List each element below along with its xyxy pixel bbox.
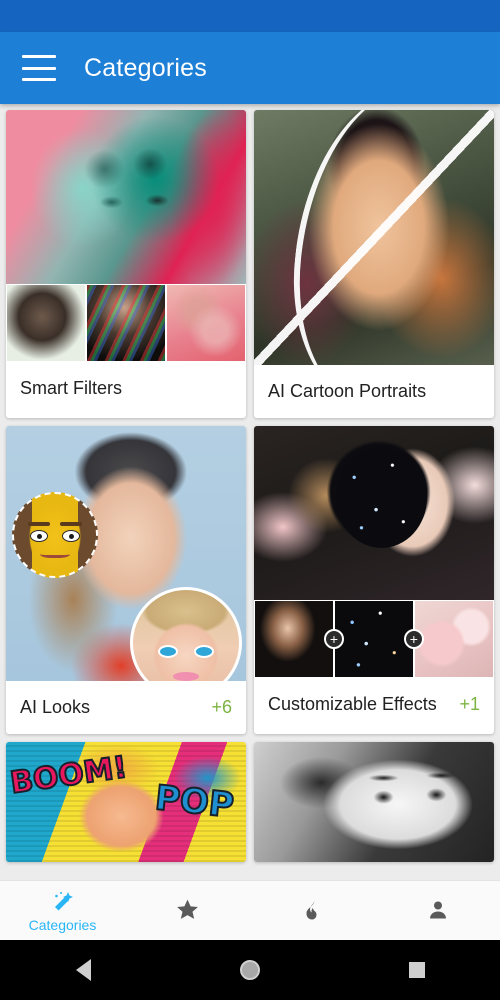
category-card-smart-filters[interactable]: Smart Filters: [6, 110, 246, 418]
nav-item-favorites[interactable]: [125, 897, 250, 925]
category-card-customizable-effects[interactable]: + + Customizable Effects +1: [254, 426, 494, 734]
pop-art-word-boom: BOOM!: [7, 749, 130, 802]
bottom-navigation-bar: Categories: [0, 880, 500, 940]
card-label: Smart Filters: [6, 362, 246, 415]
thumbnail-row: + +: [254, 600, 494, 678]
category-card-ai-cartoon-portraits[interactable]: AI Cartoon Portraits: [254, 110, 494, 418]
card-title: Smart Filters: [20, 378, 123, 399]
card-label: Customizable Effects +1: [254, 678, 494, 731]
nav-item-profile[interactable]: [375, 897, 500, 925]
thumbnail-image: [6, 284, 86, 362]
hamburger-menu-icon[interactable]: [22, 55, 56, 81]
hero-image-pop-art: BOOM! POP: [6, 742, 246, 862]
cartoon-face-overlay: [12, 492, 98, 578]
hero-image-cartoon-portrait: [254, 110, 494, 365]
app-bar: Categories: [0, 32, 500, 104]
card-media: [254, 742, 494, 862]
card-media: [254, 110, 494, 365]
flame-icon: [300, 897, 326, 923]
hero-image-effects-portrait: [254, 426, 494, 600]
category-card-black-and-white[interactable]: [254, 742, 494, 862]
nav-label-categories: Categories: [28, 916, 97, 933]
category-card-ai-looks[interactable]: AI Looks +6: [6, 426, 246, 734]
page-title: Categories: [84, 53, 207, 82]
card-label: AI Cartoon Portraits: [254, 365, 494, 418]
plus-icon: +: [403, 629, 424, 649]
hero-image-ai-looks: [6, 426, 246, 681]
android-system-nav: [0, 940, 500, 1000]
card-media: [6, 426, 246, 681]
card-media: BOOM! POP: [6, 742, 246, 862]
thumbnail-image: [86, 284, 166, 362]
card-title: AI Cartoon Portraits: [268, 381, 427, 402]
phone-screen: Categories Smart Filters AI Cartoon Port…: [0, 0, 500, 1000]
thumbnail-image: [414, 600, 494, 678]
home-circle-icon[interactable]: [230, 950, 270, 990]
card-media: + +: [254, 426, 494, 678]
card-badge: +6: [211, 697, 232, 717]
magic-wand-icon: [50, 889, 76, 915]
nav-item-trending[interactable]: [250, 897, 375, 925]
card-label: AI Looks +6: [6, 681, 246, 734]
pop-art-word-pop: POP: [152, 777, 236, 827]
nav-item-categories[interactable]: Categories: [0, 889, 125, 933]
categories-scroll-area[interactable]: Smart Filters AI Cartoon Portraits AI Lo…: [0, 104, 500, 880]
recents-square-icon[interactable]: [397, 950, 437, 990]
before-after-divider: [254, 110, 494, 365]
thumbnail-image: [254, 600, 334, 678]
person-icon: [425, 897, 451, 923]
thumbnail-image: [334, 600, 414, 678]
card-title: AI Looks: [20, 697, 91, 718]
hero-image-bw-double-exposure: [254, 742, 494, 862]
back-triangle-icon[interactable]: [63, 950, 103, 990]
card-badge: +1: [459, 694, 480, 714]
thumbnail-row: [6, 284, 246, 362]
hero-image-duotone-portrait: [6, 110, 246, 284]
status-bar: [0, 0, 500, 32]
thumbnail-image: [166, 284, 246, 362]
categories-grid: Smart Filters AI Cartoon Portraits AI Lo…: [6, 110, 494, 862]
card-title: Customizable Effects: [268, 694, 437, 715]
card-media: [6, 110, 246, 362]
plus-icon: +: [323, 629, 344, 649]
star-icon: [175, 897, 201, 923]
category-card-pop-art[interactable]: BOOM! POP: [6, 742, 246, 862]
